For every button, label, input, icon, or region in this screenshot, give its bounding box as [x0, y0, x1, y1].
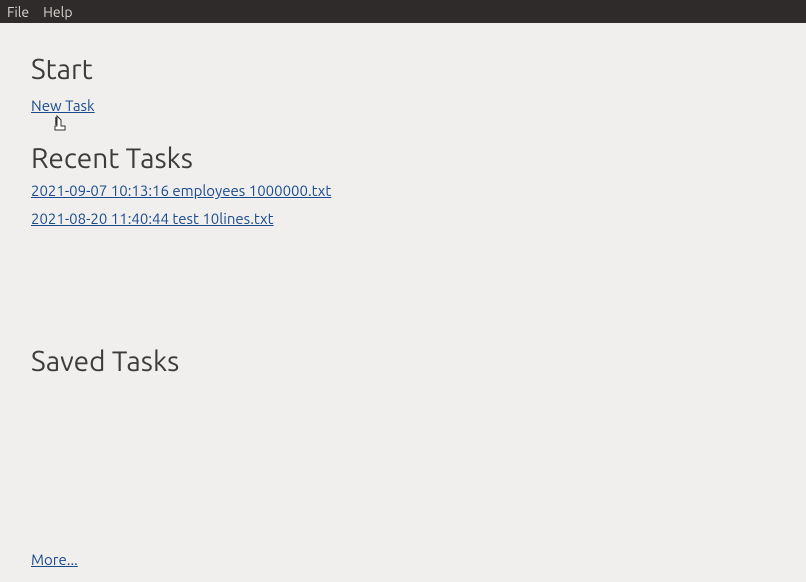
recent-tasks-heading: Recent Tasks	[31, 143, 775, 174]
new-task-link[interactable]: New Task	[31, 97, 95, 114]
main-content: Start New Task Recent Tasks 2021-09-07 1…	[0, 23, 806, 377]
menu-help[interactable]: Help	[43, 4, 72, 20]
saved-tasks-heading: Saved Tasks	[31, 346, 775, 377]
recent-task-link[interactable]: 2021-09-07 10:13:16 employees 1000000.tx…	[31, 182, 331, 199]
menubar: File Help	[0, 0, 806, 23]
menu-file[interactable]: File	[7, 4, 29, 20]
start-heading: Start	[31, 54, 775, 85]
more-link[interactable]: More...	[31, 551, 78, 568]
recent-task-link[interactable]: 2021-08-20 11:40:44 test 10lines.txt	[31, 210, 274, 227]
